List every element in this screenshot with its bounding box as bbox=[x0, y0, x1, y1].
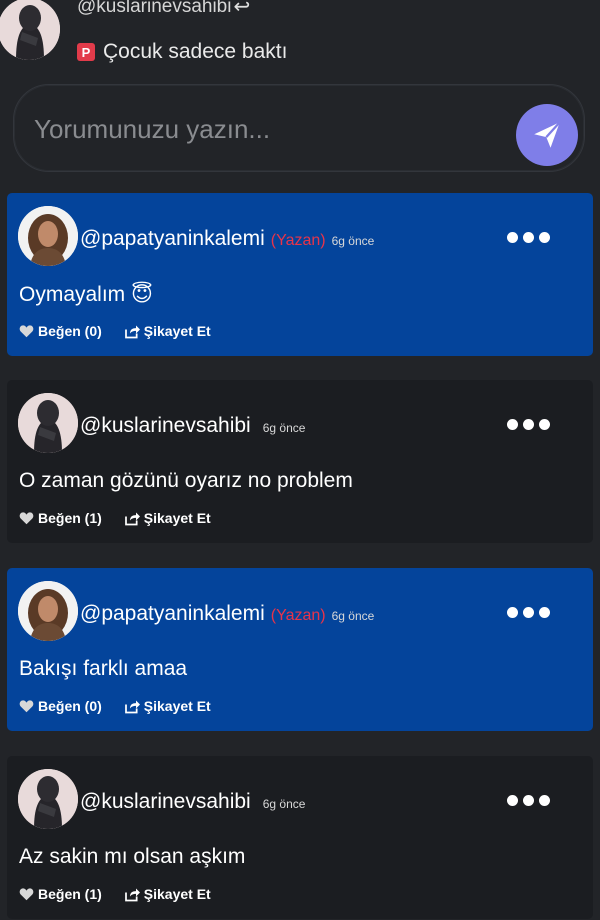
username-link[interactable]: @kuslarinevsahibi bbox=[77, 0, 231, 18]
comment-actions: Beğen (1) Şikayet Et bbox=[19, 510, 211, 526]
more-options-icon[interactable] bbox=[507, 416, 553, 432]
avatar[interactable] bbox=[18, 581, 78, 641]
woman-portrait-avatar-icon bbox=[18, 581, 78, 641]
comment-text: Bakışı farklı amaa bbox=[19, 657, 188, 680]
timestamp: 6g önce bbox=[262, 421, 306, 435]
more-options-icon[interactable] bbox=[507, 792, 553, 808]
reply-arrow-icon[interactable]: ↩ bbox=[233, 0, 250, 19]
timestamp: 6g önce bbox=[331, 609, 375, 623]
heart-icon bbox=[19, 325, 34, 338]
more-options-icon[interactable] bbox=[507, 229, 553, 245]
author-tag: (Yazan) bbox=[270, 607, 326, 624]
comment-text: Oymayalım 😇 bbox=[19, 283, 153, 306]
avatar[interactable] bbox=[0, 0, 60, 60]
top-reply-text: Çocuk sadece baktı bbox=[103, 40, 288, 63]
send-button[interactable] bbox=[516, 104, 578, 166]
comment-header: @papatyaninkalemi (Yazan) 6g önce bbox=[80, 602, 374, 626]
like-button[interactable]: Beğen (1) bbox=[19, 886, 102, 902]
share-report-icon bbox=[124, 888, 140, 901]
hooded-figure-avatar-icon bbox=[18, 393, 78, 453]
avatar[interactable] bbox=[18, 206, 78, 266]
report-button[interactable]: Şikayet Et bbox=[124, 698, 211, 714]
like-label: Beğen (1) bbox=[38, 886, 102, 902]
like-button[interactable]: Beğen (1) bbox=[19, 510, 102, 526]
like-label: Beğen (0) bbox=[38, 323, 102, 339]
share-report-icon bbox=[124, 512, 140, 525]
username-link[interactable]: @kuslarinevsahibi bbox=[80, 414, 251, 438]
comment-text: O zaman gözünü oyarız no problem bbox=[19, 469, 353, 492]
avatar[interactable] bbox=[18, 769, 78, 829]
timestamp: 6g önce bbox=[262, 797, 306, 811]
share-report-icon bbox=[124, 325, 140, 338]
heart-icon bbox=[19, 700, 34, 713]
comment-text: Az sakin mı olsan aşkım bbox=[19, 845, 246, 868]
top-reply-content: P Çocuk sadece baktı bbox=[77, 40, 287, 64]
comment-card: @kuslarinevsahibi 6g önce O zaman gözünü… bbox=[7, 380, 593, 543]
comment-box bbox=[13, 84, 585, 172]
like-button[interactable]: Beğen (0) bbox=[19, 323, 102, 339]
like-button[interactable]: Beğen (0) bbox=[19, 698, 102, 714]
heart-icon bbox=[19, 512, 34, 525]
comment-actions: Beğen (1) Şikayet Et bbox=[19, 886, 211, 902]
like-label: Beğen (0) bbox=[38, 698, 102, 714]
hooded-figure-avatar-icon bbox=[0, 0, 60, 60]
report-label: Şikayet Et bbox=[143, 510, 211, 526]
report-button[interactable]: Şikayet Et bbox=[124, 510, 211, 526]
heart-icon bbox=[19, 888, 34, 901]
comment-card: @papatyaninkalemi (Yazan) 6g önce Bakışı… bbox=[7, 568, 593, 731]
comment-actions: Beğen (0) Şikayet Et bbox=[19, 698, 211, 714]
paper-plane-icon bbox=[534, 121, 561, 148]
like-label: Beğen (1) bbox=[38, 510, 102, 526]
report-button[interactable]: Şikayet Et bbox=[124, 886, 211, 902]
report-button[interactable]: Şikayet Et bbox=[124, 323, 211, 339]
hooded-figure-avatar-icon bbox=[18, 769, 78, 829]
top-reply-username[interactable]: @kuslarinevsahibi ↩ bbox=[77, 0, 250, 19]
username-link[interactable]: @papatyaninkalemi bbox=[80, 602, 265, 626]
story-badge-icon: P bbox=[77, 43, 95, 61]
more-options-icon[interactable] bbox=[507, 604, 553, 620]
comment-header: @kuslarinevsahibi 6g önce bbox=[80, 414, 305, 438]
avatar[interactable] bbox=[18, 393, 78, 453]
timestamp: 6g önce bbox=[331, 234, 375, 248]
report-label: Şikayet Et bbox=[143, 698, 211, 714]
comment-header: @kuslarinevsahibi 6g önce bbox=[80, 790, 305, 814]
comment-header: @papatyaninkalemi (Yazan) 6g önce bbox=[80, 227, 374, 251]
woman-portrait-avatar-icon bbox=[18, 206, 78, 266]
comment-card: @kuslarinevsahibi 6g önce Az sakin mı ol… bbox=[7, 756, 593, 919]
top-reply: @kuslarinevsahibi ↩ P Çocuk sadece baktı bbox=[0, 0, 600, 80]
report-label: Şikayet Et bbox=[143, 886, 211, 902]
username-link[interactable]: @kuslarinevsahibi bbox=[80, 790, 251, 814]
username-link[interactable]: @papatyaninkalemi bbox=[80, 227, 265, 251]
comment-card: @papatyaninkalemi (Yazan) 6g önce Oymaya… bbox=[7, 193, 593, 356]
comment-actions: Beğen (0) Şikayet Et bbox=[19, 323, 211, 339]
comment-input[interactable] bbox=[32, 107, 506, 151]
author-tag: (Yazan) bbox=[270, 232, 326, 249]
share-report-icon bbox=[124, 700, 140, 713]
report-label: Şikayet Et bbox=[143, 323, 211, 339]
